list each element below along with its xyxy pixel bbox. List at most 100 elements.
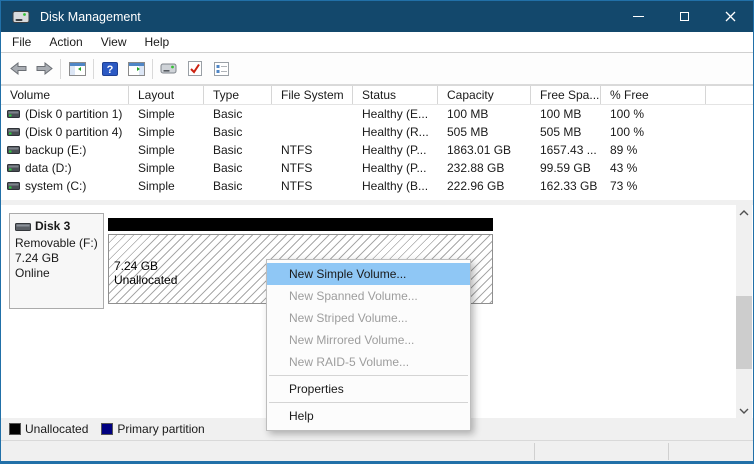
cell-layout: Simple <box>138 125 175 139</box>
titlebar[interactable]: Disk Management <box>1 1 753 32</box>
scroll-thumb[interactable] <box>736 296 752 369</box>
minimize-icon <box>632 16 644 17</box>
cell-type: Basic <box>213 179 243 193</box>
cell-status: Healthy (B... <box>362 179 429 193</box>
cell-percent-free: 73 % <box>610 179 638 193</box>
cell-type: Basic <box>213 107 243 121</box>
cell-percent-free: 43 % <box>610 161 638 175</box>
help-button[interactable]: ? <box>97 57 123 81</box>
menu-separator <box>269 402 468 403</box>
close-button[interactable] <box>707 1 753 32</box>
back-button[interactable] <box>5 57 31 81</box>
column-header-free-space[interactable]: Free Spa... <box>531 86 601 104</box>
cell-layout: Simple <box>138 143 175 157</box>
cell-status: Healthy (E... <box>362 107 429 121</box>
volume-row[interactable]: system (C:) Simple Basic NTFS Healthy (B… <box>1 177 753 195</box>
cell-file-system: NTFS <box>281 161 313 175</box>
toolbar-separator <box>60 58 61 79</box>
close-icon <box>725 11 735 22</box>
maximize-icon <box>679 12 689 21</box>
action-pane-icon <box>127 61 145 76</box>
scroll-down-button[interactable] <box>736 403 752 418</box>
vertical-scrollbar[interactable] <box>736 205 752 418</box>
check-document-button[interactable] <box>182 57 208 81</box>
cell-capacity: 222.96 GB <box>447 179 505 193</box>
volume-row[interactable]: (Disk 0 partition 4) Simple Basic Health… <box>1 123 753 141</box>
volume-name: backup (E:) <box>25 143 87 157</box>
svg-text:?: ? <box>107 64 114 76</box>
cell-layout: Simple <box>138 107 175 121</box>
forward-button[interactable] <box>31 57 57 81</box>
column-header-volume[interactable]: Volume <box>1 86 129 104</box>
volume-row[interactable]: backup (E:) Simple Basic NTFS Healthy (P… <box>1 141 753 159</box>
window-controls <box>615 1 753 32</box>
status-bar-separator <box>668 443 669 460</box>
volume-name: (Disk 0 partition 1) <box>25 107 123 121</box>
menu-item-new-mirrored-volume: New Mirrored Volume... <box>289 333 415 347</box>
maximize-button[interactable] <box>661 1 707 32</box>
menu-action[interactable]: Action <box>40 33 91 51</box>
disk-icon <box>15 222 31 231</box>
menu-file[interactable]: File <box>3 33 40 51</box>
column-header-percent-free[interactable]: % Free <box>601 86 706 104</box>
legend-label-unallocated: Unallocated <box>25 422 89 436</box>
volume-icon <box>7 182 20 190</box>
menu-view[interactable]: View <box>92 33 136 51</box>
cell-free-space: 1657.43 ... <box>540 143 597 157</box>
toolbar-separator <box>93 58 94 79</box>
column-header-filler <box>706 86 753 104</box>
column-header-status[interactable]: Status <box>353 86 438 104</box>
volume-icon <box>7 164 20 172</box>
cell-percent-free: 100 % <box>610 125 645 139</box>
checklist-icon <box>213 61 229 76</box>
minimize-button[interactable] <box>615 1 661 32</box>
column-header-type[interactable]: Type <box>204 86 272 104</box>
menu-item-new-spanned-volume: New Spanned Volume... <box>289 289 418 303</box>
cell-file-system: NTFS <box>281 179 313 193</box>
window-title: Disk Management <box>40 9 141 24</box>
menu-item-new-simple-volume[interactable]: New Simple Volume... <box>267 263 470 285</box>
menu-item-new-raid5-volume: New RAID-5 Volume... <box>289 355 410 369</box>
disk-name: Disk 3 <box>35 219 71 233</box>
cell-status: Healthy (P... <box>362 143 427 157</box>
volume-name: system (C:) <box>25 179 87 193</box>
cell-capacity: 100 MB <box>447 107 489 121</box>
scroll-up-button[interactable] <box>736 205 752 220</box>
volume-name: (Disk 0 partition 4) <box>25 125 123 139</box>
cell-capacity: 505 MB <box>447 125 489 139</box>
column-header-layout[interactable]: Layout <box>129 86 204 104</box>
device-button[interactable] <box>156 57 182 81</box>
status-bar <box>1 440 753 461</box>
disk-info-box[interactable]: Disk 3 Removable (F:) 7.24 GB Online <box>9 213 104 309</box>
disk-management-window: Disk Management File Action View Help ? … <box>0 0 754 464</box>
disk-size: 7.24 GB <box>15 251 60 265</box>
column-header-file-system[interactable]: File System <box>272 86 353 104</box>
primary-partition-swatch <box>101 423 114 435</box>
cell-type: Basic <box>213 125 243 139</box>
cell-layout: Simple <box>138 161 175 175</box>
toolbar: ? <box>1 53 753 85</box>
cell-file-system: NTFS <box>281 143 313 157</box>
checklist-button[interactable] <box>208 57 234 81</box>
menu-help[interactable]: Help <box>136 33 179 51</box>
forward-icon <box>36 62 53 75</box>
cell-status: Healthy (R... <box>362 125 429 139</box>
volume-row[interactable]: (Disk 0 partition 1) Simple Basic Health… <box>1 105 753 123</box>
volume-table-header: Volume Layout Type File System Status Ca… <box>1 85 753 105</box>
menu-separator <box>269 375 468 376</box>
action-pane-button[interactable] <box>123 57 149 81</box>
cell-type: Basic <box>213 161 243 175</box>
legend-label-primary-partition: Primary partition <box>117 422 205 436</box>
console-tree-icon <box>68 61 86 76</box>
chevron-down-icon <box>739 408 749 414</box>
console-tree-button[interactable] <box>64 57 90 81</box>
volume-row[interactable]: data (D:) Simple Basic NTFS Healthy (P..… <box>1 159 753 177</box>
cell-free-space: 99.59 GB <box>540 161 591 175</box>
column-header-capacity[interactable]: Capacity <box>438 86 531 104</box>
cell-status: Healthy (P... <box>362 161 427 175</box>
chevron-up-icon <box>739 209 749 215</box>
cell-free-space: 162.33 GB <box>540 179 598 193</box>
menu-item-properties[interactable]: Properties <box>267 378 470 400</box>
cell-free-space: 505 MB <box>540 125 582 139</box>
menu-item-help[interactable]: Help <box>267 405 470 427</box>
